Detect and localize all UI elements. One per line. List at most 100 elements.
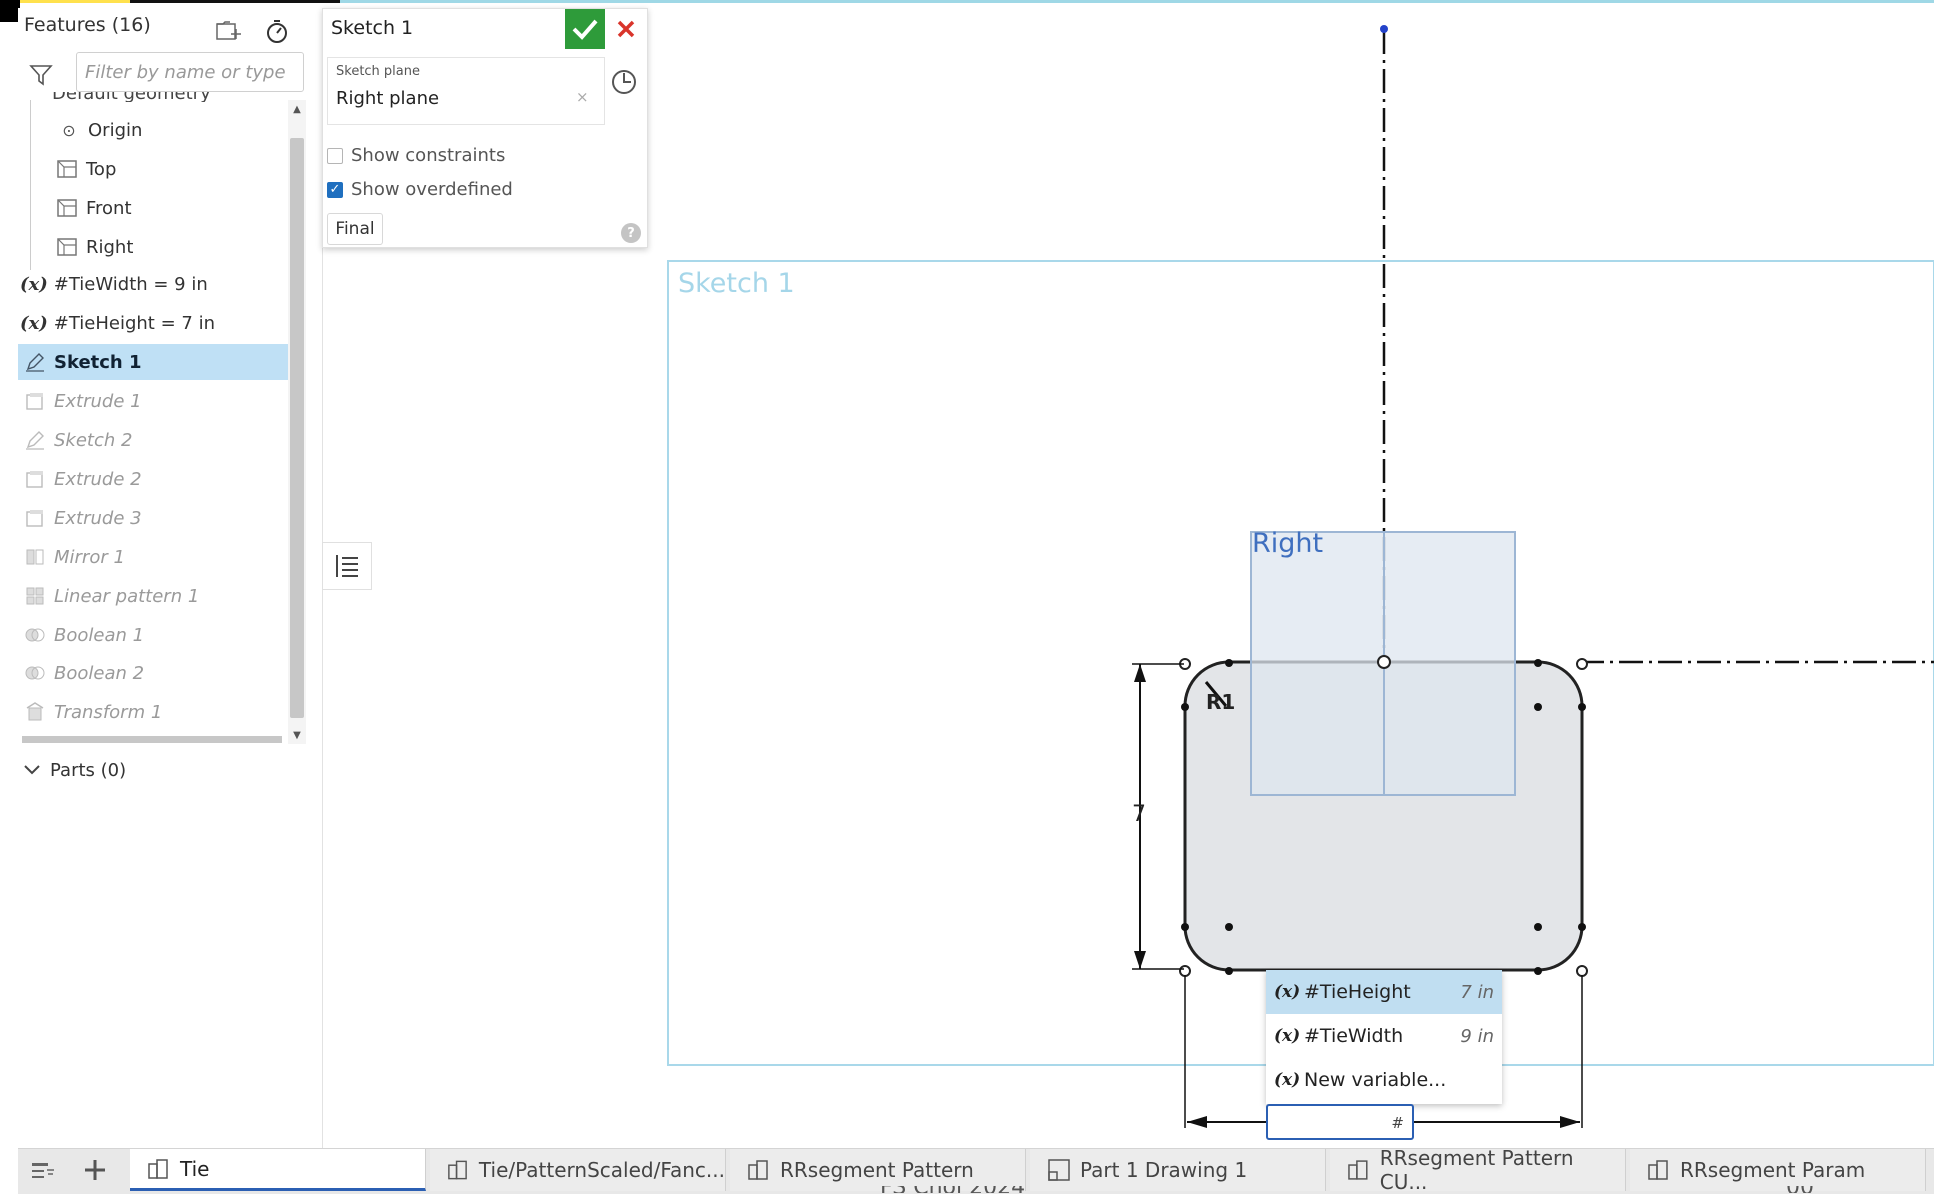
part-studio-icon xyxy=(1648,1160,1668,1180)
new-variable-option[interactable]: (x) New variable... xyxy=(1266,1058,1502,1102)
stopwatch-icon[interactable] xyxy=(262,16,292,46)
feature-item-front[interactable]: Front xyxy=(54,190,326,226)
list-icon xyxy=(336,555,358,577)
tab-label: Tie/PatternScaled/Fanc... xyxy=(478,1158,725,1182)
variable-icon: (x) xyxy=(1274,1070,1301,1090)
view-normal-icon[interactable] xyxy=(609,67,639,97)
feature-item-right[interactable]: Right xyxy=(54,229,326,265)
variable-option-tieheight[interactable]: (x) #TieHeight 7 in xyxy=(1266,970,1502,1014)
fillet-radius-label[interactable]: R1 xyxy=(1206,690,1235,714)
accept-button[interactable] xyxy=(565,9,605,49)
extrude-icon xyxy=(22,388,48,414)
tab-tie[interactable]: Tie xyxy=(130,1149,426,1191)
part-studio-icon xyxy=(448,1160,467,1180)
default-geometry-label[interactable]: Default geometry xyxy=(52,92,211,102)
clear-selection-icon[interactable]: × xyxy=(576,88,589,106)
variable-value: 9 in xyxy=(1460,1025,1494,1047)
boolean-icon xyxy=(22,660,48,686)
feature-item-extrude-1[interactable]: Extrude 1 xyxy=(22,383,294,419)
corner-point[interactable] xyxy=(1179,965,1191,977)
pencil-icon xyxy=(22,349,48,375)
feature-item-top[interactable]: Top xyxy=(54,151,326,187)
feature-item-mirror-1[interactable]: Mirror 1 xyxy=(22,539,294,575)
feature-item-variable-tiewidth[interactable]: (x) #TieWidth = 9 in xyxy=(20,266,292,302)
add-tab-button[interactable] xyxy=(80,1153,110,1187)
variable-option-tiewidth[interactable]: (x) #TieWidth 9 in xyxy=(1266,1014,1502,1058)
final-button[interactable]: Final xyxy=(327,213,383,245)
feature-item-label: Boolean 1 xyxy=(54,624,145,646)
axis-endpoint[interactable] xyxy=(1380,25,1388,33)
help-icon[interactable]: ? xyxy=(621,223,641,243)
tab-rrsegment-pattern[interactable]: RRsegment Pattern xyxy=(730,1149,1026,1191)
feature-item-variable-tieheight[interactable]: (x) #TieHeight = 7 in xyxy=(20,305,292,341)
dimension-value-input[interactable]: # xyxy=(1266,1104,1414,1140)
feature-item-boolean-1[interactable]: Boolean 1 xyxy=(22,617,294,653)
horizontal-scrollbar[interactable] xyxy=(22,736,282,743)
part-studio-icon xyxy=(748,1160,768,1180)
feature-item-label: Extrude 1 xyxy=(54,390,142,412)
show-overdefined-toggle[interactable]: ✓ Show overdefined xyxy=(327,179,513,200)
feature-item-label: Mirror 1 xyxy=(54,546,125,568)
feature-item-sketch-1[interactable]: Sketch 1 xyxy=(18,344,290,380)
tab-label: RRsegment Param xyxy=(1680,1158,1866,1182)
tab-label: Tie xyxy=(180,1156,210,1181)
part-studio-icon xyxy=(148,1158,168,1179)
feature-item-linear-pattern-1[interactable]: Linear pattern 1 xyxy=(22,578,294,614)
plane-name-label: Right xyxy=(1252,528,1324,559)
feature-item-label: Transform 1 xyxy=(54,701,163,723)
add-folder-icon[interactable] xyxy=(214,16,244,46)
cancel-button[interactable] xyxy=(607,9,645,49)
extrude-icon xyxy=(22,505,48,531)
plane-icon xyxy=(54,234,80,260)
chevron-down-icon xyxy=(24,760,40,781)
scrollbar-thumb[interactable] xyxy=(290,138,304,718)
checkmark-icon xyxy=(572,19,598,40)
close-icon xyxy=(617,20,635,38)
height-dimension-value[interactable]: 7 xyxy=(1132,802,1146,827)
sketch-plane-field[interactable]: Sketch plane Right plane × xyxy=(327,57,605,125)
funnel-icon[interactable] xyxy=(26,60,56,90)
tab-list-icon xyxy=(32,1163,54,1178)
feature-item-label: Boolean 2 xyxy=(54,662,145,684)
feature-item-transform-1[interactable]: Transform 1 xyxy=(22,694,294,730)
hash-hint: # xyxy=(1391,1114,1404,1132)
scroll-down-icon[interactable]: ▼ xyxy=(288,726,306,744)
feature-filter-input[interactable]: Filter by name or type xyxy=(76,52,304,92)
transform-icon xyxy=(22,699,48,725)
tab-part-1-drawing-1[interactable]: Part 1 Drawing 1 xyxy=(1030,1149,1326,1191)
origin-point[interactable] xyxy=(1377,655,1391,669)
parts-label: Parts (0) xyxy=(50,760,127,781)
feature-list-toggle[interactable] xyxy=(322,542,372,590)
feature-item-sketch-2[interactable]: Sketch 2 xyxy=(22,422,294,458)
parts-section[interactable]: Parts (0) xyxy=(24,760,126,781)
plane-icon xyxy=(54,195,80,221)
feature-item-label: Extrude 3 xyxy=(54,507,142,529)
variable-name: #TieWidth xyxy=(1304,1025,1404,1047)
variable-name: #TieHeight xyxy=(1304,981,1411,1003)
tab-tie-patternscaled[interactable]: Tie/PatternScaled/Fanc... xyxy=(430,1149,726,1191)
feature-item-label: Right xyxy=(86,236,134,258)
corner-point[interactable] xyxy=(1576,658,1588,670)
mirror-icon xyxy=(22,544,48,570)
checkbox-unchecked[interactable] xyxy=(327,147,343,164)
corner-point[interactable] xyxy=(1576,965,1588,977)
origin-icon: ⊙ xyxy=(62,120,76,140)
tab-rrsegment-pattern-cu[interactable]: RRsegment Pattern CU... xyxy=(1330,1146,1626,1194)
feature-item-label: Sketch 1 xyxy=(54,351,142,373)
feature-list-panel: Features (16) Filter by name or type Def… xyxy=(18,8,323,1148)
feature-item-extrude-3[interactable]: Extrude 3 xyxy=(22,500,294,536)
tab-manager-button[interactable] xyxy=(28,1157,58,1185)
checkbox-checked[interactable]: ✓ xyxy=(327,181,343,198)
scroll-up-icon[interactable]: ▲ xyxy=(288,100,306,118)
feature-item-label: Sketch 2 xyxy=(54,429,133,451)
tab-rrsegment-param[interactable]: RRsegment Param xyxy=(1630,1149,1926,1191)
feature-item-label: Front xyxy=(86,197,132,219)
pattern-icon xyxy=(22,583,48,609)
feature-item-extrude-2[interactable]: Extrude 2 xyxy=(22,461,294,497)
footer-cut-text: FS Chol 2024 xyxy=(880,1186,1025,1193)
show-constraints-toggle[interactable]: Show constraints xyxy=(327,145,505,166)
variable-icon: (x) xyxy=(20,312,48,334)
extrude-icon xyxy=(22,466,48,492)
feature-item-boolean-2[interactable]: Boolean 2 xyxy=(22,655,294,691)
feature-item-label: Linear pattern 1 xyxy=(54,585,200,607)
